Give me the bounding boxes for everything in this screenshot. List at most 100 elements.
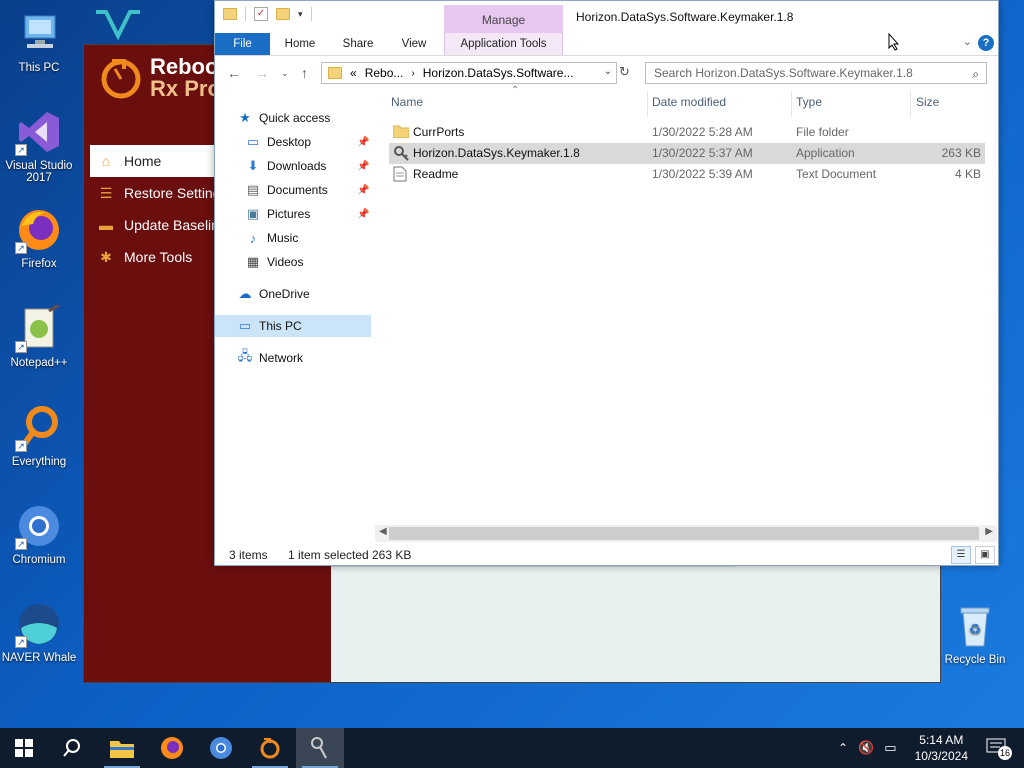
column-header-type[interactable]: Type: [796, 95, 822, 109]
column-divider[interactable]: [910, 91, 911, 117]
home-icon: ⌂: [101, 153, 111, 169]
tab-application-tools[interactable]: Application Tools: [444, 33, 563, 55]
taskbar-keymaker[interactable]: [296, 728, 344, 768]
file-date: 1/30/2022 5:28 AM: [652, 125, 753, 139]
desktop-icon-notepadpp[interactable]: ↗ Notepad++: [1, 303, 77, 369]
customize-toolbar-icon[interactable]: ▾: [298, 9, 303, 20]
file-list: ⌃ Name Date modified Type Size CurrPorts…: [387, 85, 997, 519]
chevron-down-icon[interactable]: ⌄: [963, 35, 972, 48]
taskbar-chromium[interactable]: [197, 728, 245, 768]
desktop-icon-this-pc[interactable]: This PC: [1, 10, 77, 74]
nav-downloads[interactable]: ⬇ Downloads: [245, 155, 327, 177]
file-date: 1/30/2022 5:39 AM: [652, 167, 753, 181]
scrollbar-thumb[interactable]: [389, 527, 979, 540]
desktop-icon-naver-whale[interactable]: ↗ NAVER Whale: [1, 600, 77, 664]
breadcrumb-item[interactable]: Horizon.DataSys.Software...: [423, 66, 574, 80]
up-arrow-icon[interactable]: ↑: [301, 65, 308, 81]
folder-icon: [392, 124, 410, 141]
file-name: Horizon.DataSys.Keymaker.1.8: [413, 146, 580, 160]
tab-file[interactable]: File: [215, 33, 270, 55]
svg-text:♻: ♻: [969, 621, 982, 637]
horizontal-scrollbar[interactable]: ◀ ▶: [375, 525, 997, 542]
nav-pictures[interactable]: ▣ Pictures: [245, 203, 311, 225]
tab-view[interactable]: View: [393, 33, 435, 55]
start-icon: [15, 739, 33, 757]
desktop-icon-label: Everything: [11, 456, 67, 468]
everything-icon: ↗: [15, 404, 63, 452]
address-overflow[interactable]: «: [350, 66, 357, 80]
reboot-nav-label: Restore Setting: [124, 185, 221, 201]
file-name: CurrPorts: [413, 125, 465, 139]
search-input[interactable]: Search Horizon.DataSys.Software.Keymaker…: [645, 62, 987, 84]
forward-arrow-icon[interactable]: →: [255, 65, 269, 81]
taskbar-firefox[interactable]: [148, 728, 196, 768]
firefox-icon: [161, 737, 183, 759]
file-size: 4 KB: [954, 167, 981, 181]
taskbar-file-explorer[interactable]: [98, 728, 146, 768]
reboot-nav-label: Update Baselin: [124, 217, 219, 233]
desktop-icon-label: Firefox: [21, 258, 57, 270]
help-icon[interactable]: ?: [978, 35, 994, 51]
nav-quick-access[interactable]: ★ Quick access: [237, 107, 330, 129]
column-header-name[interactable]: Name: [391, 95, 423, 109]
chromium-icon: [210, 737, 232, 759]
column-header-date[interactable]: Date modified: [652, 95, 726, 109]
status-bar: 3 items 1 item selected 263 KB ☰ ▣: [215, 544, 998, 566]
reboot-nav-label: More Tools: [124, 249, 193, 265]
taskbar-clock[interactable]: 5:14 AM 10/3/2024: [915, 732, 968, 764]
reboot-logo: Reboo Rx Pro: [98, 55, 221, 101]
file-name: Readme: [413, 167, 459, 181]
desktop-icon-label: Visual Studio 2017: [5, 160, 73, 184]
pin-icon: 📌: [357, 161, 370, 172]
column-divider[interactable]: [647, 91, 648, 117]
this-pc-icon: [15, 10, 63, 58]
properties-icon[interactable]: ✓: [254, 7, 268, 21]
notification-center-button[interactable]: 16: [986, 738, 1012, 760]
taskbar-reboot-rx[interactable]: [246, 728, 294, 768]
nav-music[interactable]: ♪ Music: [245, 227, 299, 249]
tab-share[interactable]: Share: [335, 33, 381, 55]
large-icons-view-icon[interactable]: ▣: [975, 546, 995, 564]
nav-onedrive[interactable]: ☁ OneDrive: [237, 283, 310, 305]
file-row-currports[interactable]: CurrPorts 1/30/2022 5:28 AM File folder: [389, 122, 985, 143]
back-arrow-icon[interactable]: ←: [227, 65, 241, 81]
selection-size: 263 KB: [372, 548, 412, 562]
pin-icon: 📌: [357, 185, 370, 196]
desktop-icon-visual-studio[interactable]: ↗ Visual Studio 2017: [1, 108, 77, 184]
column-divider[interactable]: [791, 91, 792, 117]
recent-locations-chevron-icon[interactable]: ⌄: [281, 68, 289, 79]
nav-label: Downloads: [267, 159, 327, 173]
desktop-icon-firefox[interactable]: ↗ Firefox: [1, 206, 77, 270]
cloud-icon: ☁: [238, 286, 252, 301]
scroll-left-icon[interactable]: ◀: [379, 526, 387, 537]
chevron-down-icon[interactable]: ⌄: [604, 66, 612, 77]
column-header-size[interactable]: Size: [916, 95, 939, 109]
mouse-cursor-icon: [888, 32, 900, 51]
new-folder-icon[interactable]: [276, 8, 290, 20]
desktop-icon-recycle-bin[interactable]: ♻ Recycle Bin: [937, 602, 1013, 666]
refresh-icon[interactable]: ↻: [619, 64, 633, 80]
nav-desktop[interactable]: ▭ Desktop: [245, 131, 311, 153]
address-bar[interactable]: « Rebo... › Horizon.DataSys.Software... …: [321, 62, 617, 84]
nav-network[interactable]: 🖧 Network: [237, 347, 303, 369]
show-hidden-icons-chevron-icon[interactable]: ⌃: [838, 741, 848, 755]
desktop-icon-chromium[interactable]: ↗ Chromium: [1, 502, 77, 566]
details-view-icon[interactable]: ☰: [951, 546, 971, 564]
desktop-icon-everything[interactable]: ↗ Everything: [1, 404, 77, 468]
start-button[interactable]: [0, 728, 48, 768]
search-button[interactable]: [48, 728, 96, 768]
nav-documents[interactable]: ▤ Documents: [245, 179, 328, 201]
volume-muted-icon[interactable]: 🔇: [858, 740, 874, 756]
tab-home[interactable]: Home: [277, 33, 323, 55]
nav-this-pc[interactable]: ▭ This PC: [215, 315, 371, 337]
nav-videos[interactable]: ▦ Videos: [245, 251, 304, 273]
folder-icon[interactable]: [223, 8, 237, 20]
scroll-right-icon[interactable]: ▶: [985, 526, 993, 537]
text-document-icon: [393, 166, 407, 185]
desktop-icon-label: NAVER Whale: [1, 652, 77, 664]
file-row-readme[interactable]: Readme 1/30/2022 5:39 AM Text Document 4…: [389, 164, 985, 185]
network-icon[interactable]: ▭: [884, 740, 896, 756]
breadcrumb-item[interactable]: Rebo...: [365, 66, 404, 80]
notepadpp-icon: ↗: [15, 303, 63, 353]
file-row-keymaker[interactable]: Horizon.DataSys.Keymaker.1.8 1/30/2022 5…: [389, 143, 985, 164]
